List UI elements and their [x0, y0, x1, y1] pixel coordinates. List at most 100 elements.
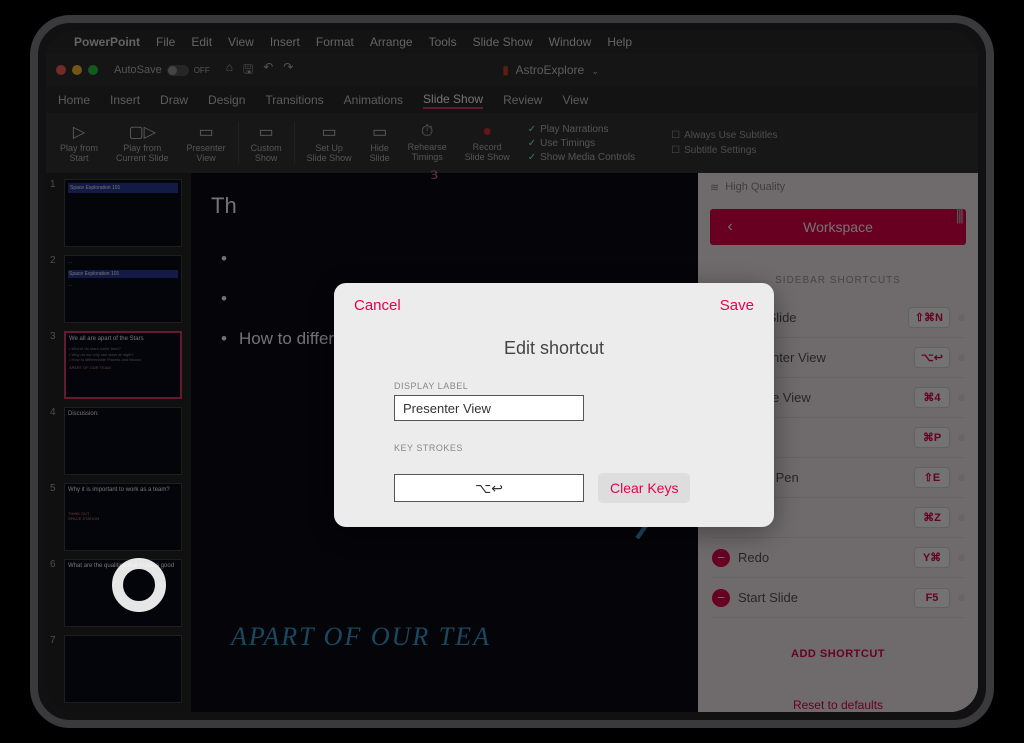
key-badge: ⌘Z [914, 507, 950, 528]
close-icon[interactable] [56, 65, 66, 75]
check-subtitles[interactable]: Always Use Subtitles [671, 130, 777, 141]
tab-animations[interactable]: Animations [344, 93, 403, 107]
tab-draw[interactable]: Draw [160, 93, 188, 107]
subtitle-settings-button[interactable]: Subtitle Settings [671, 145, 777, 156]
tab-home[interactable]: Home [58, 93, 90, 107]
slide-thumb[interactable] [64, 635, 182, 703]
autosave-label: AutoSave [114, 64, 162, 76]
sidebar-header: ‹ Workspace [710, 209, 966, 245]
app-name[interactable]: PowerPoint [74, 35, 140, 49]
record-icon: ● [482, 123, 492, 141]
slide-thumb[interactable]: —Space Exploration 101— [64, 255, 182, 323]
grip-icon[interactable]: ≡ [958, 391, 964, 405]
add-shortcut-button[interactable]: ADD SHORTCUT [698, 648, 978, 660]
menu-file[interactable]: File [156, 35, 175, 49]
loading-ring-icon [112, 558, 166, 612]
grip-icon[interactable]: ≡ [958, 471, 964, 485]
bullet-item [221, 249, 678, 269]
menu-help[interactable]: Help [607, 35, 632, 49]
cancel-button[interactable]: Cancel [354, 297, 401, 314]
shortcut-row[interactable]: −RedoY⌘≡ [712, 538, 964, 578]
grip-icon[interactable]: ≡ [958, 311, 964, 325]
thumb-num: 2 [50, 255, 60, 323]
autosave-toggle[interactable]: AutoSave OFF [114, 64, 210, 76]
clear-keys-button[interactable]: Clear Keys [598, 473, 690, 503]
subtitle-controls: Always Use Subtitles Subtitle Settings [671, 130, 777, 156]
slide-thumb[interactable]: Why it is important to work as a team?TH… [64, 483, 182, 551]
rehearse-icon: ⏱ [421, 123, 433, 141]
thumb-num: 7 [50, 635, 60, 703]
grip-icon[interactable]: ≡ [958, 431, 964, 445]
minimize-icon[interactable] [72, 65, 82, 75]
grip-icon[interactable]: ≡ [958, 511, 964, 525]
menu-slideshow[interactable]: Slide Show [473, 35, 533, 49]
zoom-icon[interactable] [88, 65, 98, 75]
sidebar-status: High Quality [698, 173, 978, 201]
thumb-num: 6 [50, 559, 60, 627]
thumb-num: 1 [50, 179, 60, 247]
sketch-annotation: ɜ [430, 163, 438, 184]
menu-insert[interactable]: Insert [270, 35, 300, 49]
menu-tools[interactable]: Tools [429, 35, 457, 49]
thumb-num: 5 [50, 483, 60, 551]
save-icon[interactable]: 🖫 [243, 60, 253, 81]
menu-window[interactable]: Window [549, 35, 592, 49]
tab-transitions[interactable]: Transitions [265, 93, 323, 107]
play-current-icon: ▢▷ [129, 122, 156, 142]
tab-slideshow[interactable]: Slide Show [423, 92, 483, 109]
grip-icon[interactable]: ≡ [958, 591, 964, 605]
grip-icon[interactable]: ≡ [958, 351, 964, 365]
hide-slide-icon: ▭ [372, 122, 387, 142]
ribbon-tabs: Home Insert Draw Design Transitions Anim… [46, 87, 978, 113]
save-button[interactable]: Save [720, 297, 754, 314]
ipad-frame: PowerPoint File Edit View Insert Format … [30, 15, 994, 728]
slide-thumb[interactable]: Discussion: [64, 407, 182, 475]
rehearse-timings-button[interactable]: ⏱ Rehearse Timings [402, 123, 453, 163]
delete-icon[interactable]: − [712, 589, 730, 607]
window-titlebar: AutoSave OFF ⌂ 🖫 ↶ ↷ ▮ AstroExplore ⌄ [46, 53, 978, 87]
tab-design[interactable]: Design [208, 93, 245, 107]
check-media-controls[interactable]: Show Media Controls [528, 152, 635, 163]
traffic-lights[interactable] [56, 65, 98, 75]
undo-icon[interactable]: ↶ [263, 60, 273, 81]
tab-review[interactable]: Review [503, 93, 542, 107]
keystrokes-input[interactable]: ⌥↩ [394, 474, 584, 502]
presenter-view-button[interactable]: ▭ Presenter View [181, 122, 232, 164]
display-label-input[interactable] [394, 395, 584, 421]
check-play-narrations[interactable]: Play Narrations [528, 124, 635, 135]
ribbon: ▷ Play from Start ▢▷ Play from Current S… [46, 113, 978, 173]
slide-thumb[interactable]: We all are apart of the Stars• Where do … [64, 331, 182, 399]
menu-arrange[interactable]: Arrange [370, 35, 413, 49]
thumbnail-panel[interactable]: 1Space Exploration 101 2—Space Explorati… [46, 173, 191, 712]
tab-view[interactable]: View [562, 93, 588, 107]
delete-icon[interactable]: − [712, 549, 730, 567]
custom-show-button[interactable]: ▭ Custom Show [245, 122, 288, 164]
toggle-icon[interactable] [167, 65, 189, 76]
hide-slide-button[interactable]: ▭ Hide Slide [364, 122, 396, 164]
slide-thumb[interactable]: Space Exploration 101 [64, 179, 182, 247]
drag-handle-icon[interactable]: ||| [956, 207, 962, 225]
grip-icon[interactable]: ≡ [958, 551, 964, 565]
play-from-current-button[interactable]: ▢▷ Play from Current Slide [110, 122, 175, 164]
doc-name: AstroExplore [516, 63, 585, 77]
dialog-title: Edit shortcut [334, 338, 774, 359]
home-icon[interactable]: ⌂ [226, 60, 233, 81]
thumb-num: 4 [50, 407, 60, 475]
setup-slideshow-button[interactable]: ▭ Set Up Slide Show [301, 122, 358, 164]
back-button[interactable]: ‹ [710, 218, 750, 236]
redo-icon[interactable]: ↷ [283, 60, 293, 81]
tab-insert[interactable]: Insert [110, 93, 140, 107]
menu-format[interactable]: Format [316, 35, 354, 49]
check-use-timings[interactable]: Use Timings [528, 138, 635, 149]
keystrokes-caption: KEY STROKES [394, 443, 714, 453]
chevron-down-icon[interactable]: ⌄ [592, 66, 600, 76]
document-title[interactable]: ▮ AstroExplore ⌄ [301, 63, 800, 77]
record-slideshow-button[interactable]: ● Record Slide Show [459, 123, 516, 163]
shortcut-row[interactable]: −Start SlideF5≡ [712, 578, 964, 618]
reset-defaults-button[interactable]: Reset to defaults [698, 698, 978, 712]
menu-edit[interactable]: Edit [191, 35, 212, 49]
ppt-doc-icon: ▮ [502, 63, 509, 77]
menu-view[interactable]: View [228, 35, 254, 49]
play-from-start-button[interactable]: ▷ Play from Start [54, 122, 104, 164]
slide-heading: Th [211, 193, 678, 219]
